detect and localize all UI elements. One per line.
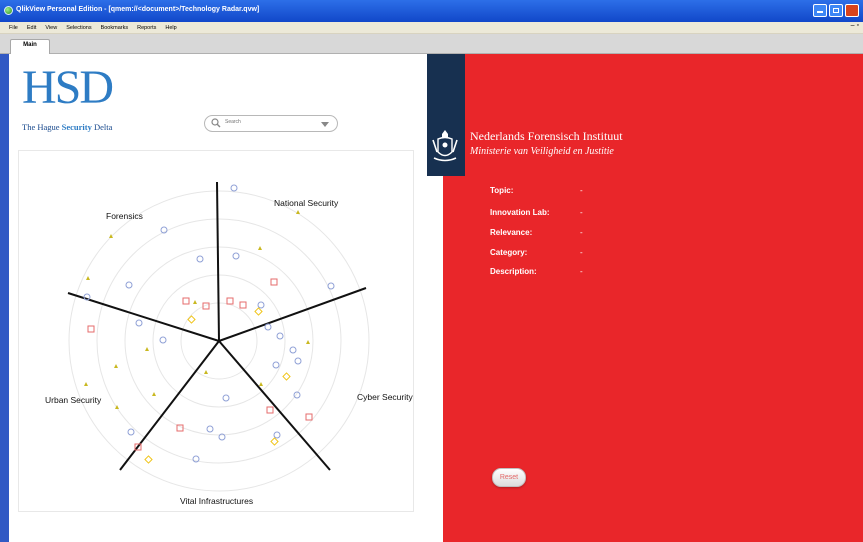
radar-item-circle[interactable] (289, 346, 297, 354)
radar-item-circle[interactable] (257, 301, 265, 309)
radar-item-circle[interactable] (273, 431, 281, 439)
qlikview-app-icon (4, 6, 13, 15)
radar-item-circle[interactable] (196, 255, 204, 263)
sheet-tab-bar: Main (0, 34, 863, 54)
search-input[interactable] (225, 119, 315, 125)
radar-item-triangle[interactable] (193, 300, 197, 304)
left-border-strip (0, 54, 9, 542)
radar-item-square[interactable] (266, 406, 274, 414)
tab-main[interactable]: Main (10, 39, 50, 54)
detail-label-category: Category: (490, 248, 528, 257)
radar-item-triangle[interactable] (259, 382, 263, 386)
sector-label-forensics: Forensics (106, 211, 143, 221)
sector-label-vital-infrastructures: Vital Infrastructures (180, 496, 253, 506)
technology-radar[interactable]: National Security Cyber Security Vital I… (18, 150, 414, 512)
detail-label-topic: Topic: (490, 186, 514, 195)
search-icon (211, 118, 221, 128)
radar-item-triangle[interactable] (145, 347, 149, 351)
radar-item-square[interactable] (270, 278, 278, 286)
document-window-controls[interactable]: – ▫ (851, 22, 859, 29)
menu-reports[interactable]: Reports (137, 25, 156, 31)
radar-item-triangle[interactable] (204, 370, 208, 374)
radar-item-square[interactable] (87, 325, 95, 333)
minimize-icon (817, 11, 823, 13)
detail-label-relevance: Relevance: (490, 228, 533, 237)
radar-item-circle[interactable] (232, 252, 240, 260)
radar-axes (67, 181, 367, 471)
radar-item-triangle[interactable] (86, 276, 90, 280)
radar-item-circle[interactable] (272, 361, 280, 369)
hsd-logo: HSD The Hague Security Delta (22, 64, 132, 136)
radar-item-circle[interactable] (206, 425, 214, 433)
detail-label-innovation-lab: Innovation Lab: (490, 208, 550, 217)
detail-value-relevance: - (580, 228, 583, 237)
sector-label-national-security: National Security (274, 198, 339, 208)
minimize-button[interactable] (813, 4, 827, 17)
radar-item-diamond[interactable] (144, 455, 153, 464)
radar-item-circle[interactable] (135, 319, 143, 327)
nfi-subtitle: Ministerie van Veiligheid en Justitie (470, 146, 614, 157)
window-title: QlikView Personal Edition - [qmem://<doc… (16, 6, 260, 13)
radar-item-circle[interactable] (159, 336, 167, 344)
menu-bar: File Edit View Selections Bookmarks Repo… (0, 22, 863, 34)
radar-item-circle[interactable] (276, 332, 284, 340)
radar-item-square[interactable] (182, 297, 190, 305)
window-title-bar[interactable]: QlikView Personal Edition - [qmem://<doc… (0, 0, 863, 22)
radar-item-circle[interactable] (127, 428, 135, 436)
nfi-title: Nederlands Forensisch Instituut (470, 129, 623, 143)
radar-item-triangle[interactable] (258, 246, 262, 250)
radar-item-square[interactable] (226, 297, 234, 305)
radar-item-triangle[interactable] (114, 364, 118, 368)
radar-item-circle[interactable] (294, 357, 302, 365)
detail-value-category: - (580, 248, 583, 257)
radar-item-triangle[interactable] (306, 340, 310, 344)
menu-edit[interactable]: Edit (27, 25, 36, 31)
detail-label-description: Description: (490, 267, 537, 276)
radar-item-diamond[interactable] (270, 437, 279, 446)
detail-value-topic: - (580, 186, 583, 195)
coat-of-arms-icon (432, 130, 458, 162)
radar-item-diamond[interactable] (254, 307, 263, 316)
menu-help[interactable]: Help (165, 25, 176, 31)
radar-item-circle[interactable] (230, 184, 238, 192)
detail-value-innovation-lab: - (580, 208, 583, 217)
radar-item-circle[interactable] (327, 282, 335, 290)
radar-item-diamond[interactable] (282, 372, 291, 381)
radar-item-triangle[interactable] (152, 392, 156, 396)
radar-item-square[interactable] (305, 413, 313, 421)
menu-bookmarks[interactable]: Bookmarks (101, 25, 129, 31)
maximize-button[interactable] (829, 4, 843, 17)
maximize-icon (833, 8, 839, 13)
chevron-down-icon[interactable] (321, 122, 329, 127)
reset-button[interactable]: Reset (492, 468, 526, 487)
menu-selections[interactable]: Selections (66, 25, 91, 31)
sector-label-urban-security: Urban Security (45, 395, 102, 405)
radar-item-triangle[interactable] (84, 382, 88, 386)
detail-value-description: - (580, 267, 583, 276)
search-box[interactable] (204, 115, 338, 132)
radar-item-circle[interactable] (264, 323, 272, 331)
hsd-logo-text: HSD (22, 61, 114, 114)
radar-item-circle[interactable] (125, 281, 133, 289)
close-button[interactable] (845, 4, 859, 17)
radar-item-triangle[interactable] (296, 210, 300, 214)
radar-item-circle[interactable] (222, 394, 230, 402)
sector-label-cyber-security: Cyber Security (357, 392, 413, 402)
hsd-logo-subtitle: The Hague Security Delta (22, 122, 113, 132)
menu-file[interactable]: File (9, 25, 18, 31)
radar-item-square[interactable] (239, 301, 247, 309)
menu-view[interactable]: View (45, 25, 57, 31)
